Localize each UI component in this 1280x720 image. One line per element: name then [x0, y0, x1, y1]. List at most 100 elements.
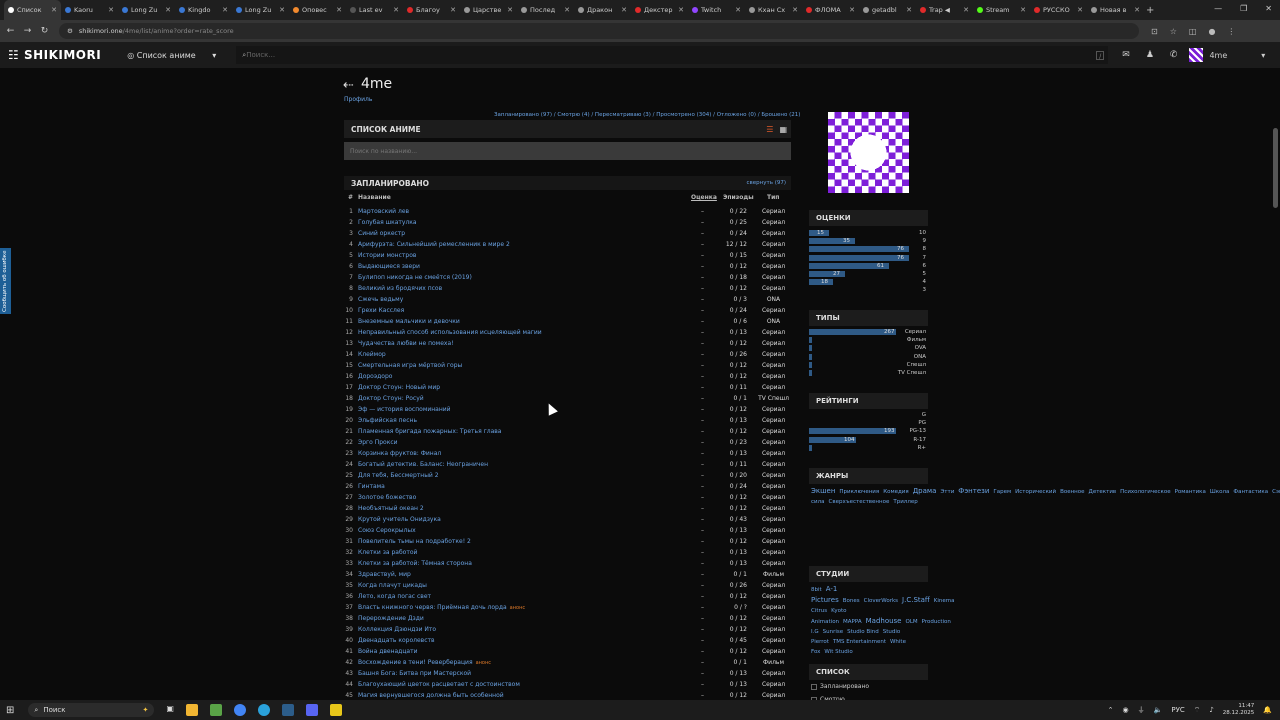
anime-title-link[interactable]: Мартовский лев: [358, 206, 409, 217]
anime-title-link[interactable]: Когда плачут цикады: [358, 580, 427, 591]
genre-tag[interactable]: Фантастика: [1233, 489, 1268, 495]
anime-title-link[interactable]: Необъятный океан 2: [358, 503, 424, 514]
anime-title-link[interactable]: Гинтама: [358, 481, 385, 492]
row-score[interactable]: –: [701, 338, 704, 349]
anime-title-link[interactable]: Корзинка фруктов: Финал: [358, 448, 441, 459]
speaker-icon[interactable]: ♪: [1209, 706, 1213, 714]
anime-title-link[interactable]: Клеймор: [358, 349, 386, 360]
chrome-icon[interactable]: [233, 704, 246, 716]
row-episodes[interactable]: 0 / 12: [720, 338, 747, 349]
close-tab-icon[interactable]: ✕: [1077, 6, 1083, 14]
anime-title-link[interactable]: Арифурэта: Сильнейший ремесленник в мире…: [358, 239, 510, 250]
url-field[interactable]: ⚙ shikimori.one/4me/list/anime?order=rat…: [59, 23, 1139, 39]
player-icon[interactable]: [329, 704, 342, 716]
row-score[interactable]: –: [701, 657, 704, 668]
genre-tag[interactable]: Школа: [1210, 489, 1229, 495]
studio-tag[interactable]: CloverWorks: [864, 598, 898, 604]
studio-tag[interactable]: MAPPA: [843, 619, 862, 625]
row-episodes[interactable]: 0 / 3: [720, 294, 747, 305]
row-score[interactable]: –: [701, 305, 704, 316]
row-episodes[interactable]: 0 / 26: [720, 580, 747, 591]
browser-tab[interactable]: Послед ✕: [517, 0, 574, 20]
notifications-icon[interactable]: ♟: [1146, 50, 1154, 60]
browser-tab[interactable]: Kaoru ✕: [61, 0, 118, 20]
anime-title-link[interactable]: Выдающиеся звери: [358, 261, 420, 272]
taskbar-search[interactable]: ⌕ Поиск ✦: [28, 703, 155, 717]
row-score[interactable]: –: [701, 283, 704, 294]
browser-tab[interactable]: Kingdo ✕: [175, 0, 232, 20]
grid-view-icon[interactable]: ▦: [779, 125, 787, 134]
row-score[interactable]: –: [701, 624, 704, 635]
row-episodes[interactable]: 0 / 12: [720, 371, 747, 382]
row-score[interactable]: –: [701, 668, 704, 679]
close-tab-icon[interactable]: ✕: [108, 6, 114, 14]
row-episodes[interactable]: 0 / 13: [720, 448, 747, 459]
browser-tab[interactable]: Long Zu ✕: [118, 0, 175, 20]
explorer-icon[interactable]: [185, 704, 198, 716]
row-episodes[interactable]: 0 / 24: [720, 481, 747, 492]
row-score[interactable]: –: [701, 206, 704, 217]
row-score[interactable]: –: [701, 261, 704, 272]
close-tab-icon[interactable]: ✕: [906, 6, 912, 14]
steam-icon[interactable]: [281, 704, 294, 716]
row-episodes[interactable]: 0 / 20: [720, 470, 747, 481]
page-scrollbar[interactable]: [1273, 128, 1278, 208]
row-episodes[interactable]: 0 / 24: [720, 305, 747, 316]
row-episodes[interactable]: 0 / 18: [720, 272, 747, 283]
row-score[interactable]: –: [701, 536, 704, 547]
genre-tag[interactable]: Исторический: [1015, 489, 1056, 495]
browser-tab[interactable]: РУССКО ✕: [1030, 0, 1087, 20]
row-score[interactable]: –: [701, 316, 704, 327]
col-score[interactable]: Оценка: [691, 194, 717, 201]
studio-tag[interactable]: OLM: [906, 619, 918, 625]
row-episodes[interactable]: 0 / ?: [720, 602, 747, 613]
close-tab-icon[interactable]: ✕: [507, 6, 513, 14]
row-episodes[interactable]: 0 / 12: [720, 503, 747, 514]
mail-icon[interactable]: ✆: [1170, 50, 1178, 60]
genre-tag[interactable]: Фэнтези: [958, 487, 989, 495]
profile-link[interactable]: Профиль: [344, 96, 372, 103]
site-info-icon[interactable]: ⚙: [67, 27, 73, 35]
row-episodes[interactable]: 0 / 11: [720, 382, 747, 393]
row-score[interactable]: –: [701, 404, 704, 415]
row-score[interactable]: –: [701, 613, 704, 624]
close-tab-icon[interactable]: ✕: [1134, 6, 1140, 14]
anime-title-link[interactable]: Для тебя, Бессмертный 2: [358, 470, 439, 481]
maximize-icon[interactable]: ❐: [1240, 4, 1247, 13]
row-episodes[interactable]: 0 / 12: [720, 536, 747, 547]
close-tab-icon[interactable]: ✕: [222, 6, 228, 14]
col-type[interactable]: Тип: [767, 194, 779, 201]
bookmark-star-icon[interactable]: ☆: [1170, 27, 1177, 36]
volume-icon[interactable]: 🔈: [1154, 706, 1163, 714]
studio-tag[interactable]: Bones: [843, 598, 860, 604]
genre-tag[interactable]: Драма: [913, 487, 937, 495]
row-episodes[interactable]: 0 / 13: [720, 415, 747, 426]
telegram-icon[interactable]: [257, 704, 270, 716]
row-score[interactable]: –: [701, 371, 704, 382]
row-score[interactable]: –: [701, 679, 704, 690]
row-score[interactable]: –: [701, 470, 704, 481]
row-episodes[interactable]: 0 / 1: [720, 657, 747, 668]
genre-tag[interactable]: Романтика: [1175, 489, 1206, 495]
close-tab-icon[interactable]: ✕: [678, 6, 684, 14]
genre-tag[interactable]: Военное: [1060, 489, 1084, 495]
browser-tab[interactable]: Список ✕: [4, 0, 61, 20]
row-episodes[interactable]: 0 / 26: [720, 349, 747, 360]
studio-tag[interactable]: Studio Bind: [847, 629, 879, 635]
row-episodes[interactable]: 0 / 6: [720, 316, 747, 327]
anime-title-link[interactable]: Сжечь ведьму: [358, 294, 403, 305]
anime-title-link[interactable]: Дороэдоро: [358, 371, 392, 382]
close-window-icon[interactable]: ✕: [1265, 4, 1272, 13]
row-score[interactable]: –: [701, 448, 704, 459]
row-episodes[interactable]: 0 / 12: [720, 646, 747, 657]
browser-tab[interactable]: Кхан Сх ✕: [745, 0, 802, 20]
studio-tag[interactable]: Sunrise: [823, 629, 844, 635]
close-tab-icon[interactable]: ✕: [735, 6, 741, 14]
menu-dots-icon[interactable]: ⋮: [1227, 27, 1235, 36]
anime-title-link[interactable]: Лето, когда погас свет: [358, 591, 431, 602]
row-episodes[interactable]: 0 / 45: [720, 635, 747, 646]
row-score[interactable]: –: [701, 415, 704, 426]
close-tab-icon[interactable]: ✕: [450, 6, 456, 14]
close-tab-icon[interactable]: ✕: [621, 6, 627, 14]
genre-tag[interactable]: Психологическое: [1120, 489, 1170, 495]
